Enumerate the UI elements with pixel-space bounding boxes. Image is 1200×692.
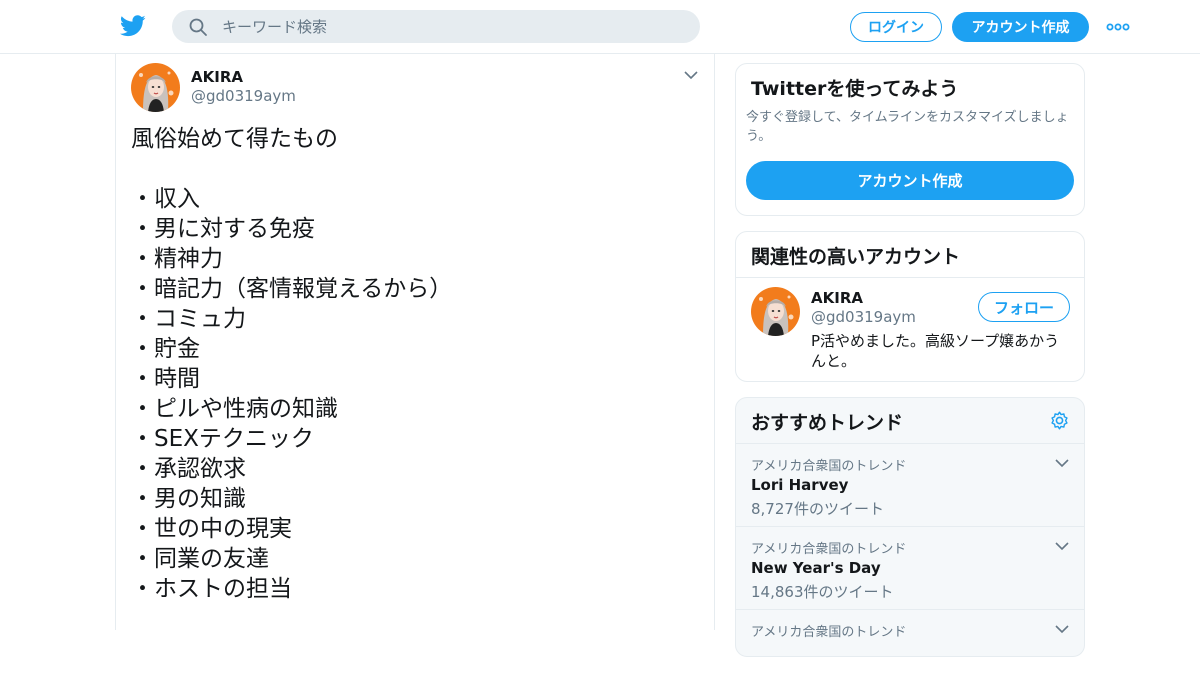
- chevron-down-icon[interactable]: [1055, 458, 1069, 468]
- more-dots-icon[interactable]: [1105, 17, 1131, 37]
- top-bar: ログイン アカウント作成: [0, 0, 1200, 54]
- trend-context: アメリカ合衆国のトレンド: [751, 542, 907, 557]
- create-account-button[interactable]: アカウント作成: [746, 161, 1074, 200]
- signup-button[interactable]: アカウント作成: [952, 12, 1089, 42]
- user-handle[interactable]: @gd0319aym: [191, 87, 296, 105]
- card-title: Twitterを使ってみよう: [751, 78, 959, 100]
- card-title: 関連性の高いアカウント: [751, 246, 961, 268]
- search-box[interactable]: [172, 10, 700, 43]
- trend-count: 14,863件のツイート: [751, 583, 894, 601]
- trend-count: 8,727件のツイート: [751, 500, 884, 518]
- avatar[interactable]: [751, 287, 800, 336]
- follow-button[interactable]: フォロー: [978, 292, 1070, 322]
- search-icon: [189, 18, 207, 36]
- trend-context: アメリカ合衆国のトレンド: [751, 459, 907, 474]
- trend-item[interactable]: アメリカ合衆国のトレンド Lori Harvey 8,727件のツイート: [736, 443, 1084, 526]
- login-button[interactable]: ログイン: [850, 12, 942, 42]
- user-bio: P活やめました。高級ソープ嬢あかうんと。: [811, 332, 1060, 370]
- avatar-illustration: [131, 63, 180, 112]
- user-handle[interactable]: @gd0319aym: [811, 308, 916, 326]
- trend-name[interactable]: New Year's Day: [751, 559, 881, 577]
- related-accounts-card: 関連性の高いアカウント AKIRA @gd0319aym フォロー P活やめまし…: [735, 231, 1085, 382]
- card-subtitle: 今すぐ登録して、タイムラインをカスタマイズしましょう。: [746, 110, 1069, 144]
- avatar-illustration: [751, 287, 800, 336]
- signup-card: Twitterを使ってみよう 今すぐ登録して、タイムラインをカスタマイズしましょ…: [735, 63, 1085, 216]
- gear-icon[interactable]: [1049, 410, 1070, 431]
- trend-item[interactable]: アメリカ合衆国のトレンド: [736, 609, 1084, 692]
- search-input[interactable]: [222, 10, 682, 43]
- chevron-down-icon[interactable]: [684, 70, 698, 80]
- trend-item[interactable]: アメリカ合衆国のトレンド New Year's Day 14,863件のツイート: [736, 526, 1084, 609]
- tweet-card: AKIRA @gd0319aym 風俗始めて得たもの ・収入 ・男に対する免疫 …: [115, 54, 715, 630]
- display-name[interactable]: AKIRA: [811, 289, 863, 307]
- divider: [736, 277, 1084, 278]
- twitter-bird-icon[interactable]: [120, 14, 146, 38]
- chevron-down-icon[interactable]: [1055, 624, 1069, 634]
- trends-card: おすすめトレンド アメリカ合衆国のトレンド Lori Harvey 8,727件…: [735, 397, 1085, 657]
- card-title: おすすめトレンド: [751, 412, 904, 434]
- tweet-text: 風俗始めて得たもの ・収入 ・男に対する免疫 ・精神力 ・暗記力（客情報覚えるか…: [131, 126, 453, 602]
- avatar[interactable]: [131, 63, 180, 112]
- trend-name[interactable]: Lori Harvey: [751, 476, 848, 494]
- display-name[interactable]: AKIRA: [191, 68, 243, 86]
- trend-context: アメリカ合衆国のトレンド: [751, 625, 907, 640]
- chevron-down-icon[interactable]: [1055, 541, 1069, 551]
